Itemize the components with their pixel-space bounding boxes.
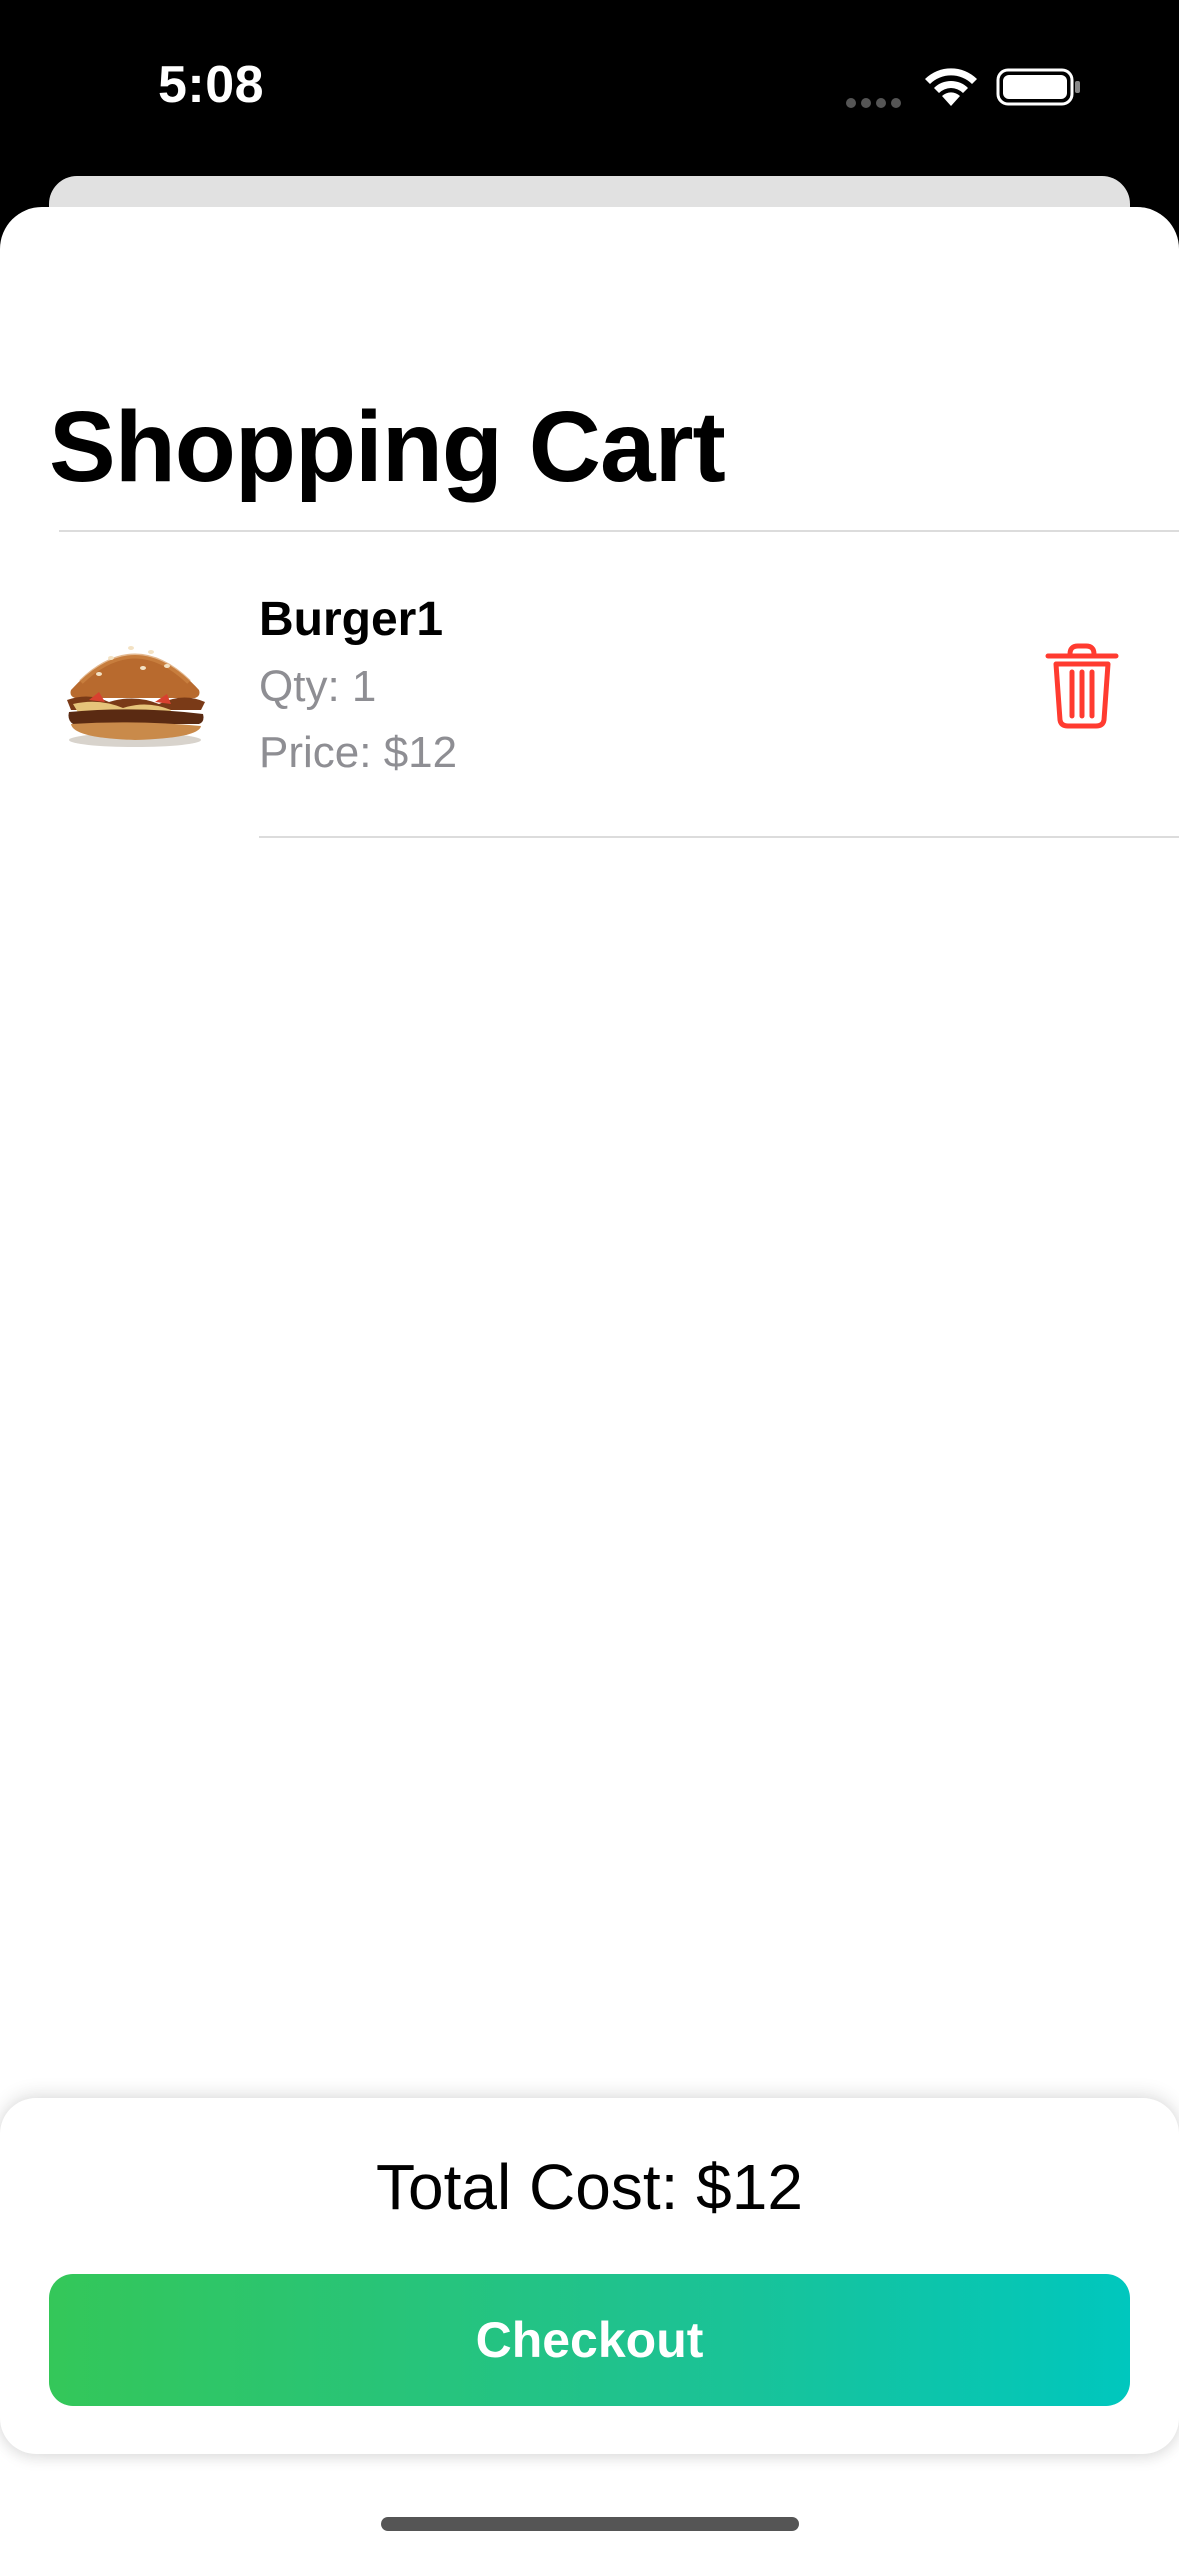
battery-icon — [996, 68, 1080, 106]
wifi-icon — [925, 68, 977, 106]
total-cost: Total Cost: $12 — [376, 2151, 803, 2223]
delete-item-button[interactable] — [1040, 642, 1124, 730]
item-quantity: Qty: 1 — [259, 662, 377, 711]
cellular-signal-icon — [846, 95, 906, 108]
checkout-button[interactable]: Checkout — [49, 2274, 1130, 2406]
status-bar: 5:08 — [0, 0, 1179, 175]
status-time: 5:08 — [158, 56, 265, 114]
checkout-panel: Total Cost: $12 Checkout — [0, 2098, 1179, 2454]
item-price: Price: $12 — [259, 728, 458, 777]
item-name: Burger1 — [259, 593, 444, 646]
divider — [259, 836, 1179, 838]
trash-icon — [1045, 643, 1119, 729]
burger-image — [67, 646, 205, 747]
page-title: Shopping Cart — [49, 391, 726, 503]
cart-item: Burger1 Qty: 1 Price: $12 — [0, 532, 1179, 838]
home-indicator[interactable] — [381, 2517, 799, 2531]
